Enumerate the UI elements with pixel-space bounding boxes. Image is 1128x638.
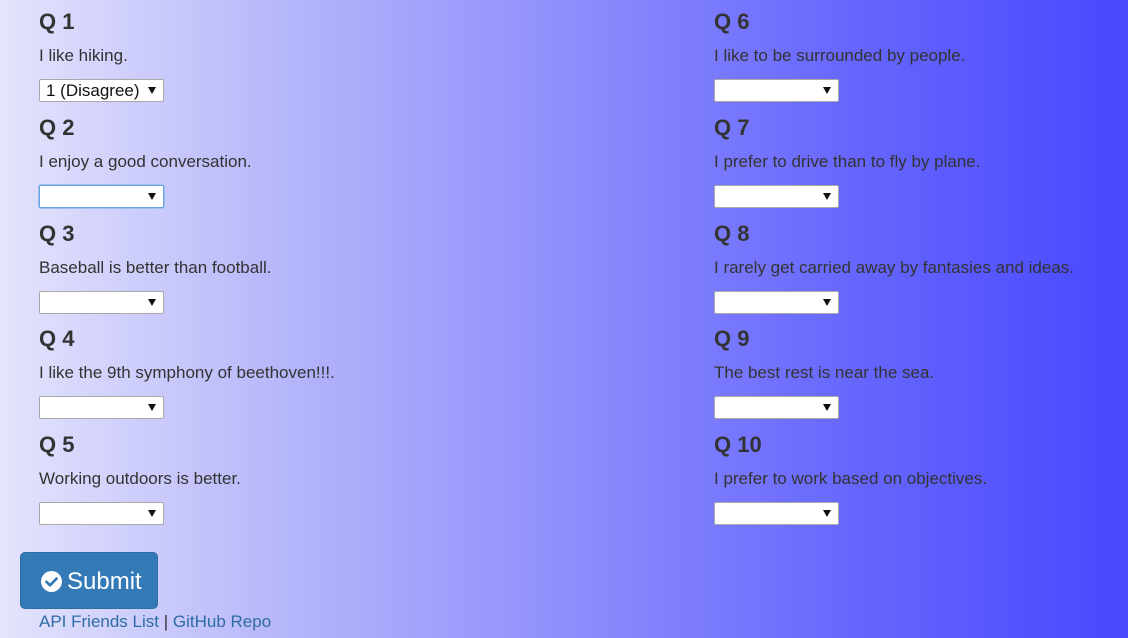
- question-title: Q 6: [714, 9, 750, 34]
- answer-select-q10[interactable]: [714, 502, 839, 525]
- dropdown-arrow-icon: [823, 299, 831, 306]
- question-text: Baseball is better than football.: [39, 258, 272, 277]
- answer-select-q6[interactable]: [714, 79, 839, 102]
- github-repo-link[interactable]: GitHub Repo: [173, 612, 271, 631]
- dropdown-arrow-icon: [148, 404, 156, 411]
- select-value: 1 (Disagree): [46, 81, 140, 100]
- footer-separator: |: [163, 612, 169, 631]
- api-friends-list-link[interactable]: API Friends List: [39, 612, 159, 631]
- answer-select-q4[interactable]: [39, 396, 164, 419]
- question-text: I prefer to work based on objectives.: [714, 469, 988, 488]
- question-text: I like hiking.: [39, 46, 128, 65]
- question-title: Q 3: [39, 221, 75, 246]
- question-title: Q 1: [39, 9, 75, 34]
- footer-links: API Friends List | GitHub Repo: [39, 612, 271, 632]
- question-title: Q 8: [714, 221, 750, 246]
- dropdown-arrow-icon: [148, 510, 156, 517]
- question-text: I like to be surrounded by people.: [714, 46, 966, 65]
- dropdown-arrow-icon: [823, 510, 831, 517]
- question-title: Q 7: [714, 115, 750, 140]
- question-text: The best rest is near the sea.: [714, 363, 935, 382]
- answer-select-q3[interactable]: [39, 291, 164, 314]
- dropdown-arrow-icon: [823, 193, 831, 200]
- submit-button[interactable]: Submit: [20, 552, 158, 609]
- question-title: Q 4: [39, 326, 75, 351]
- question-title: Q 9: [714, 326, 750, 351]
- dropdown-arrow-icon: [823, 404, 831, 411]
- question-text: Working outdoors is better.: [39, 469, 241, 488]
- question-text: I like the 9th symphony of beethoven!!!.: [39, 363, 335, 382]
- dropdown-arrow-icon: [148, 87, 156, 94]
- question-title: Q 10: [714, 432, 762, 457]
- answer-select-q7[interactable]: [714, 185, 839, 208]
- answer-select-q2[interactable]: [39, 185, 164, 208]
- question-text: I enjoy a good conversation.: [39, 152, 252, 171]
- answer-select-q5[interactable]: [39, 502, 164, 525]
- answer-select-q1[interactable]: 1 (Disagree): [39, 79, 164, 102]
- check-circle-icon: [41, 571, 62, 592]
- question-title: Q 5: [39, 432, 75, 457]
- question-text: I prefer to drive than to fly by plane.: [714, 152, 981, 171]
- answer-select-q9[interactable]: [714, 396, 839, 419]
- submit-label: Submit: [67, 568, 142, 595]
- answer-select-q8[interactable]: [714, 291, 839, 314]
- question-text: I rarely get carried away by fantasies a…: [714, 258, 1075, 277]
- dropdown-arrow-icon: [148, 299, 156, 306]
- question-title: Q 2: [39, 115, 75, 140]
- dropdown-arrow-icon: [148, 193, 156, 200]
- dropdown-arrow-icon: [823, 87, 831, 94]
